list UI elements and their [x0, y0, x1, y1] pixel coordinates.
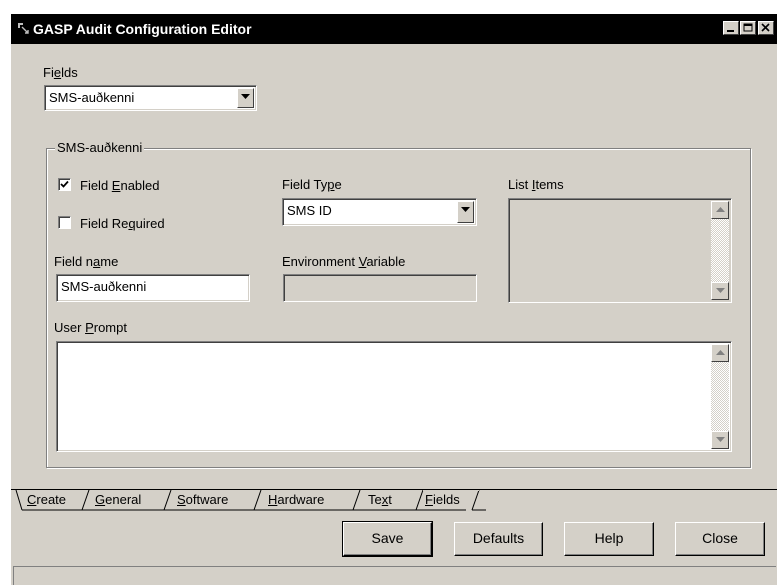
user-prompt-scrollbar[interactable] — [711, 344, 729, 449]
field-enabled-label[interactable]: Field Enabled — [80, 178, 160, 193]
fields-dropdown-button[interactable] — [237, 88, 254, 108]
list-items-label: List Items — [508, 177, 564, 192]
field-type-value: SMS ID — [287, 203, 332, 218]
defaults-button[interactable]: Defaults — [454, 522, 543, 556]
chevron-down-icon — [241, 94, 250, 99]
chevron-down-icon — [461, 207, 470, 212]
tab-create[interactable]: Create — [27, 490, 66, 510]
user-prompt-label: User Prompt — [54, 320, 127, 335]
list-items-scrollbar[interactable] — [711, 201, 729, 300]
field-name-label: Field name — [54, 254, 119, 269]
user-prompt-textarea[interactable] — [56, 341, 732, 452]
fields-dropdown[interactable]: SMS-auðkenni — [44, 85, 257, 111]
field-type-label: Field Type — [282, 177, 342, 192]
editor-window: GASP Audit Configuration Editor Fields S… — [10, 14, 777, 585]
window-title: GASP Audit Configuration Editor — [33, 21, 252, 37]
field-type-dropdown-button[interactable] — [457, 201, 474, 223]
tab-general[interactable]: General — [95, 490, 141, 510]
maximize-icon — [743, 23, 753, 32]
minimize-icon — [727, 30, 734, 32]
scroll-down-icon — [716, 437, 725, 442]
field-name-value: SMS-auðkenni — [61, 279, 147, 294]
checkmark-icon — [60, 180, 69, 188]
fields-dropdown-value: SMS-auðkenni — [49, 90, 135, 105]
scroll-up-icon — [716, 207, 725, 212]
close-icon — [761, 23, 770, 32]
scroll-down-icon — [716, 288, 725, 293]
list-scroll-down-button[interactable] — [711, 282, 729, 300]
tab-text[interactable]: Text — [368, 490, 392, 510]
fields-label: Fields — [43, 65, 78, 80]
prompt-scroll-up-button[interactable] — [711, 344, 729, 362]
field-required-label[interactable]: Field Required — [80, 216, 165, 231]
field-required-checkbox[interactable] — [58, 216, 71, 229]
scroll-up-icon — [716, 350, 725, 355]
tab-fields[interactable]: Fields — [425, 490, 460, 510]
tab-hardware[interactable]: Hardware — [268, 490, 324, 510]
group-title: SMS-auðkenni — [55, 140, 145, 155]
prompt-scroll-down-button[interactable] — [711, 431, 729, 449]
env-var-input[interactable] — [283, 274, 477, 302]
field-type-dropdown[interactable]: SMS ID — [282, 198, 477, 226]
list-items-listbox[interactable] — [508, 198, 732, 303]
field-name-input[interactable]: SMS-auðkenni — [56, 274, 250, 302]
tab-software[interactable]: Software — [177, 490, 228, 510]
maximize-button[interactable] — [740, 21, 756, 35]
minimize-button[interactable] — [723, 21, 739, 35]
gasp-app-icon — [18, 23, 29, 34]
field-enabled-checkbox[interactable] — [58, 178, 71, 191]
save-button[interactable]: Save — [342, 521, 433, 557]
env-var-label: Environment Variable — [282, 254, 406, 269]
title-bar[interactable]: GASP Audit Configuration Editor — [11, 14, 777, 44]
status-bar — [13, 566, 776, 585]
list-scroll-up-button[interactable] — [711, 201, 729, 219]
close-window-button[interactable] — [758, 21, 774, 35]
help-button[interactable]: Help — [564, 522, 654, 556]
close-button[interactable]: Close — [675, 522, 765, 556]
